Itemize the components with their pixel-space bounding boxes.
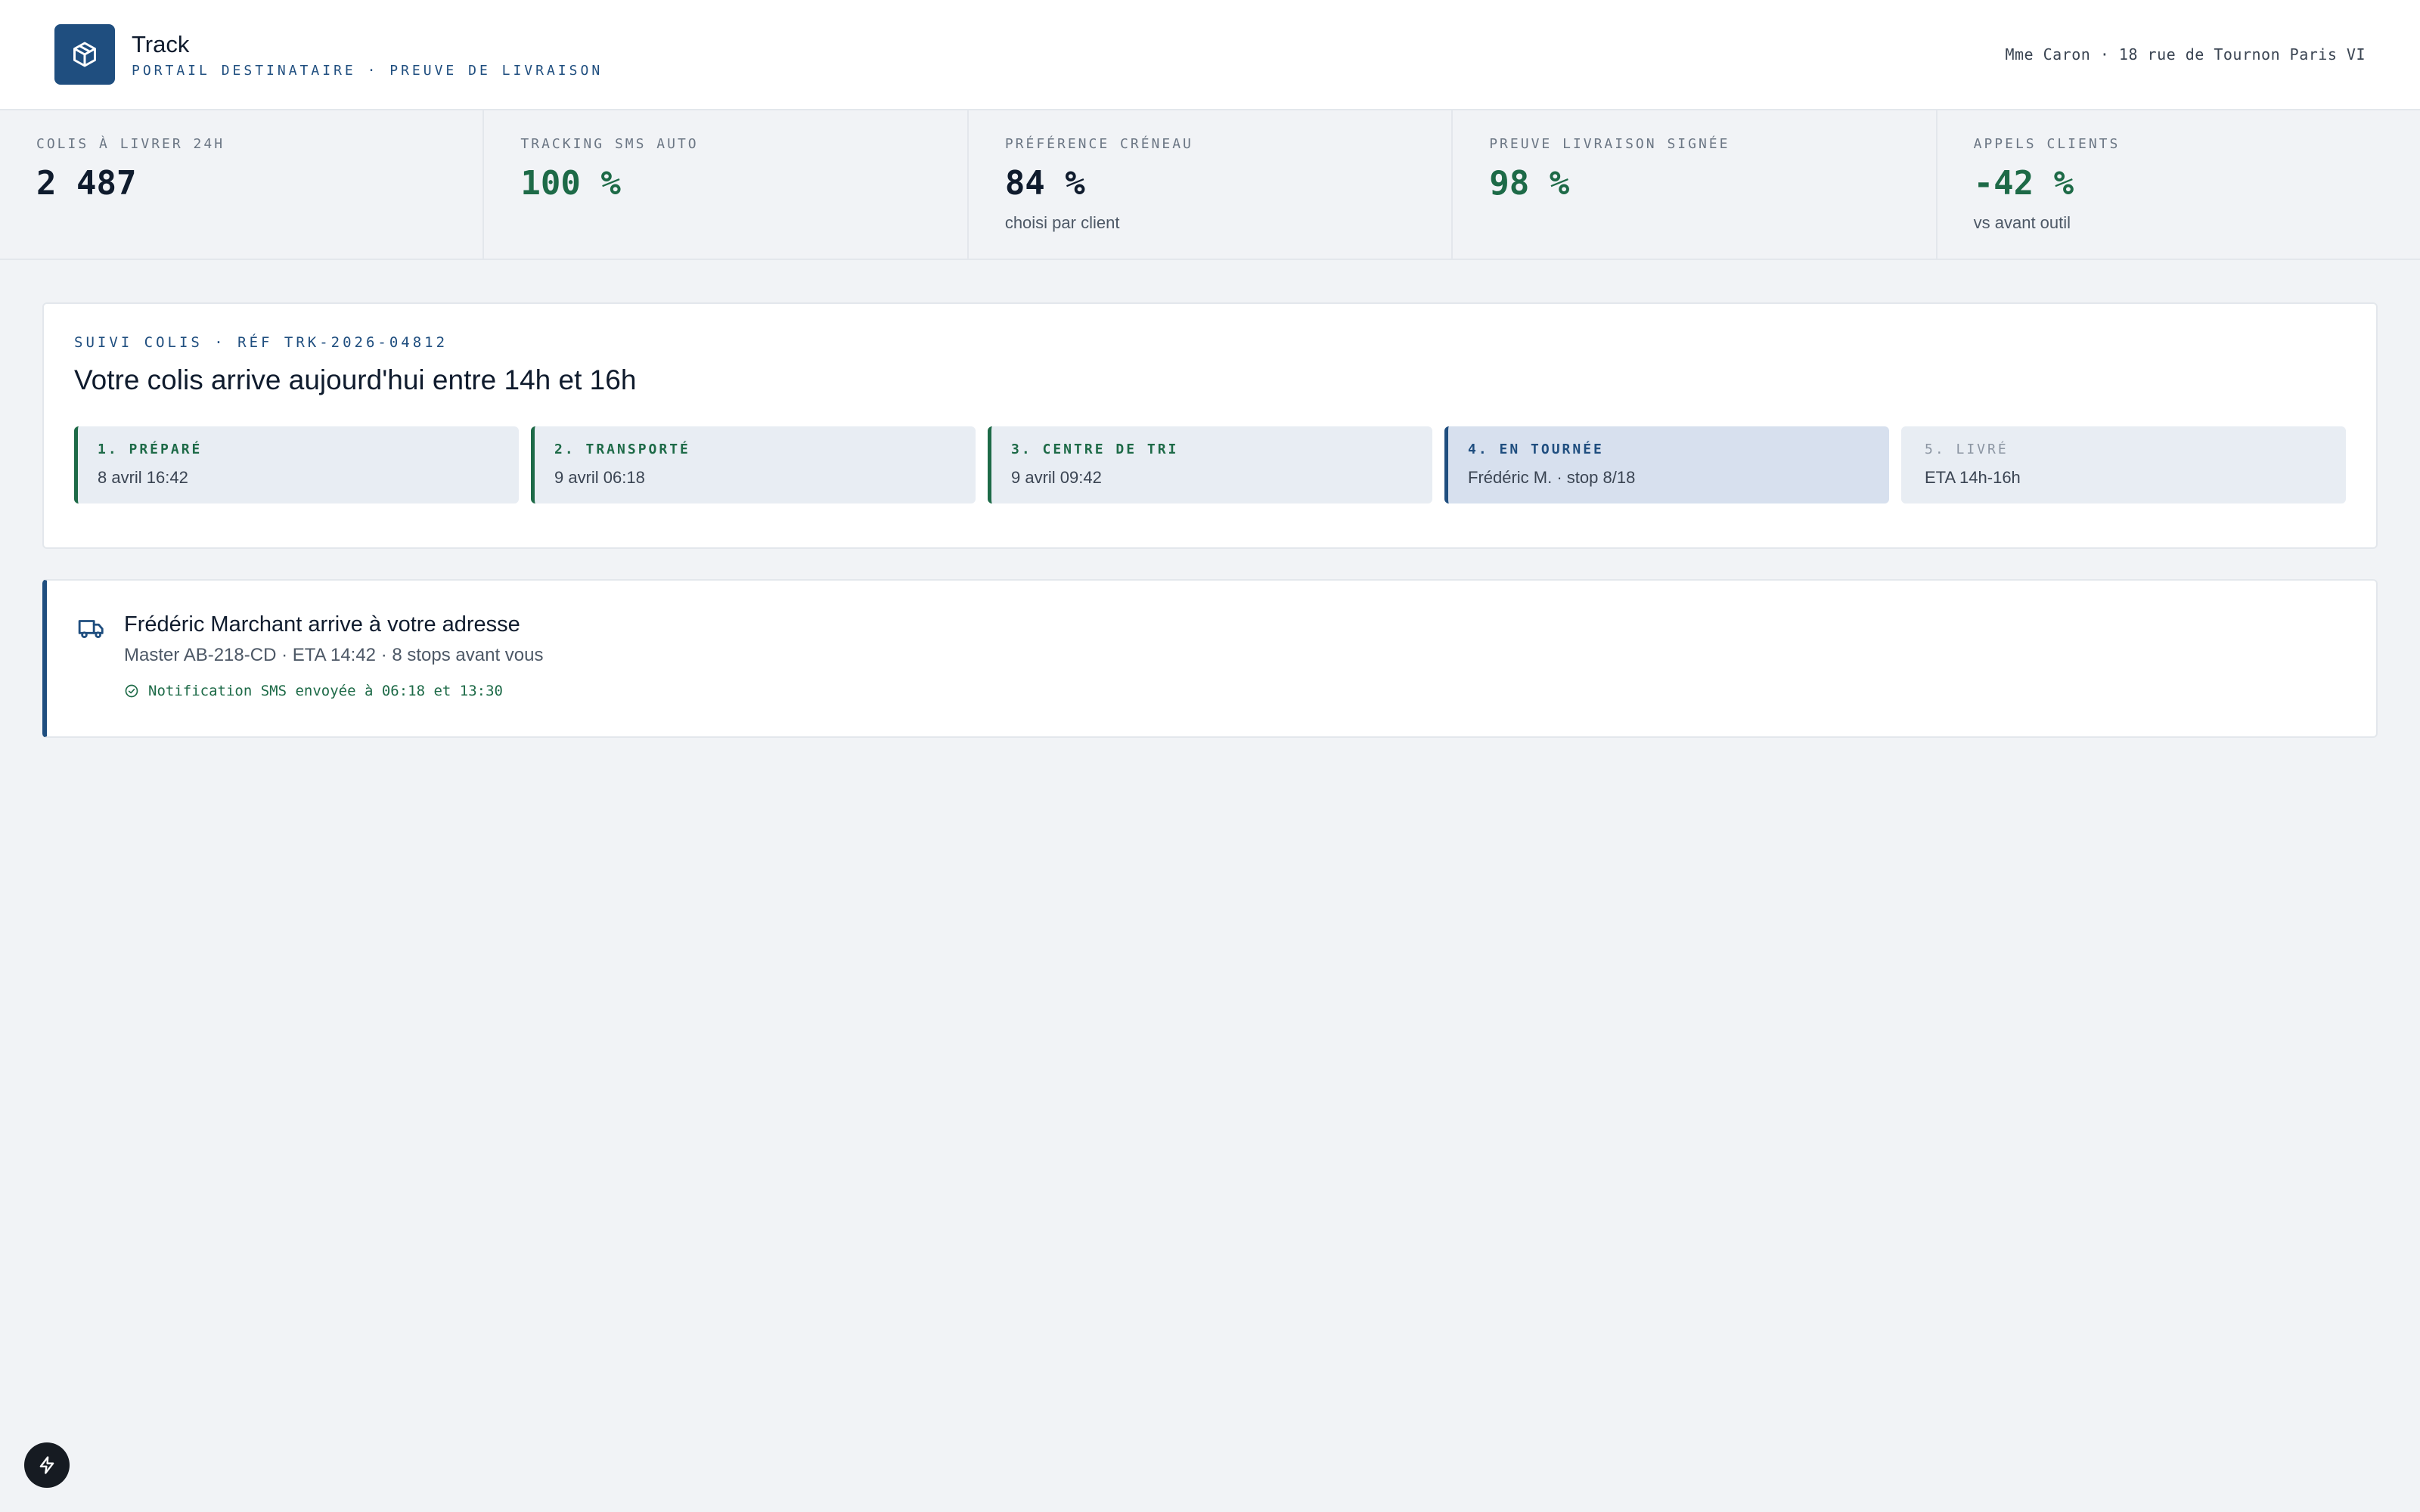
step-label: 3. CENTRE DE TRI — [1011, 442, 1179, 457]
step-label: 1. PRÉPARÉ — [98, 442, 203, 457]
app-header: Track PORTAIL DESTINATAIRE · PREUVE DE L… — [0, 0, 2420, 110]
kpi-signed-proof: PREUVE LIVRAISON SIGNÉE 98 % — [1453, 110, 1938, 259]
kpi-label: COLIS À LIVRER 24H — [36, 136, 225, 152]
step-prepared[interactable]: 1. PRÉPARÉ 8 avril 16:42 — [74, 426, 519, 503]
tracking-title: Votre colis arrive aujourd'hui entre 14h… — [74, 364, 637, 395]
kpi-slot-preference: PRÉFÉRENCE CRÉNEAU 84 % choisi par clien… — [969, 110, 1454, 259]
brand-block: Track PORTAIL DESTINATAIRE · PREUVE DE L… — [132, 30, 603, 79]
step-sorting-center[interactable]: 3. CENTRE DE TRI 9 avril 09:42 — [988, 426, 1432, 503]
step-label: 4. EN TOURNÉE — [1468, 442, 1604, 457]
check-circle-icon — [125, 684, 138, 698]
driver-meta: Master AB-218-CD · ETA 14:42 · 8 stops a… — [124, 645, 544, 665]
tracking-steps: 1. PRÉPARÉ 8 avril 16:42 2. TRANSPORTÉ 9… — [74, 426, 2346, 503]
truck-icon — [77, 614, 106, 643]
kpi-customer-calls: APPELS CLIENTS -42 % vs avant outil — [1938, 110, 2420, 259]
step-label: 5. LIVRÉ — [1925, 442, 2009, 457]
kpi-value: -42 % — [1973, 164, 2074, 203]
lightning-icon[interactable] — [24, 1442, 70, 1488]
step-detail: Frédéric M. · stop 8/18 — [1468, 468, 1636, 487]
kpi-value: 2 487 — [36, 164, 137, 203]
step-delivered[interactable]: 5. LIVRÉ ETA 14h-16h — [1901, 426, 2346, 503]
kpi-value: 100 % — [520, 164, 621, 203]
tracking-reference: SUIVI COLIS · RÉF TRK-2026-04812 — [74, 334, 448, 351]
step-detail: 9 avril 06:18 — [554, 468, 645, 487]
recipient-info: Mme Caron · 18 rue de Tournon Paris VI — [2005, 45, 2366, 64]
driver-title: Frédéric Marchant arrive à votre adresse — [124, 612, 520, 637]
kpi-note: choisi par client — [1004, 213, 1120, 232]
kpi-label: TRACKING SMS AUTO — [520, 136, 699, 152]
app-name: Track — [132, 30, 190, 57]
driver-info: Frédéric Marchant arrive à votre adresse… — [124, 612, 543, 736]
tracking-card: SUIVI COLIS · RÉF TRK-2026-04812 Votre c… — [42, 302, 2378, 549]
kpi-note: vs avant outil — [1973, 213, 2071, 232]
sms-notification-text: Notification SMS envoyée à 06:18 et 13:3… — [148, 683, 503, 699]
step-label: 2. TRANSPORTÉ — [554, 442, 690, 457]
kpi-label: PRÉFÉRENCE CRÉNEAU — [1004, 136, 1193, 152]
kpi-label: PREUVE LIVRAISON SIGNÉE — [1489, 136, 1730, 152]
kpi-parcels: COLIS À LIVRER 24H 2 487 — [0, 110, 485, 259]
step-detail: 9 avril 09:42 — [1011, 468, 1102, 487]
package-icon[interactable] — [54, 24, 115, 85]
kpi-row: COLIS À LIVRER 24H 2 487 TRACKING SMS AU… — [0, 110, 2420, 260]
step-on-route[interactable]: 4. EN TOURNÉE Frédéric M. · stop 8/18 — [1444, 426, 1889, 503]
app-subtitle: PORTAIL DESTINATAIRE · PREUVE DE LIVRAIS… — [132, 63, 603, 79]
kpi-value: 98 % — [1489, 164, 1570, 203]
kpi-sms-tracking: TRACKING SMS AUTO 100 % — [484, 110, 969, 259]
kpi-label: APPELS CLIENTS — [1973, 136, 2121, 152]
step-transported[interactable]: 2. TRANSPORTÉ 9 avril 06:18 — [531, 426, 976, 503]
step-detail: 8 avril 16:42 — [98, 468, 188, 487]
driver-card: Frédéric Marchant arrive à votre adresse… — [42, 579, 2378, 738]
sms-notification: Notification SMS envoyée à 06:18 et 13:3… — [124, 683, 543, 699]
kpi-value: 84 % — [1004, 164, 1085, 203]
step-detail: ETA 14h-16h — [1925, 468, 2021, 487]
